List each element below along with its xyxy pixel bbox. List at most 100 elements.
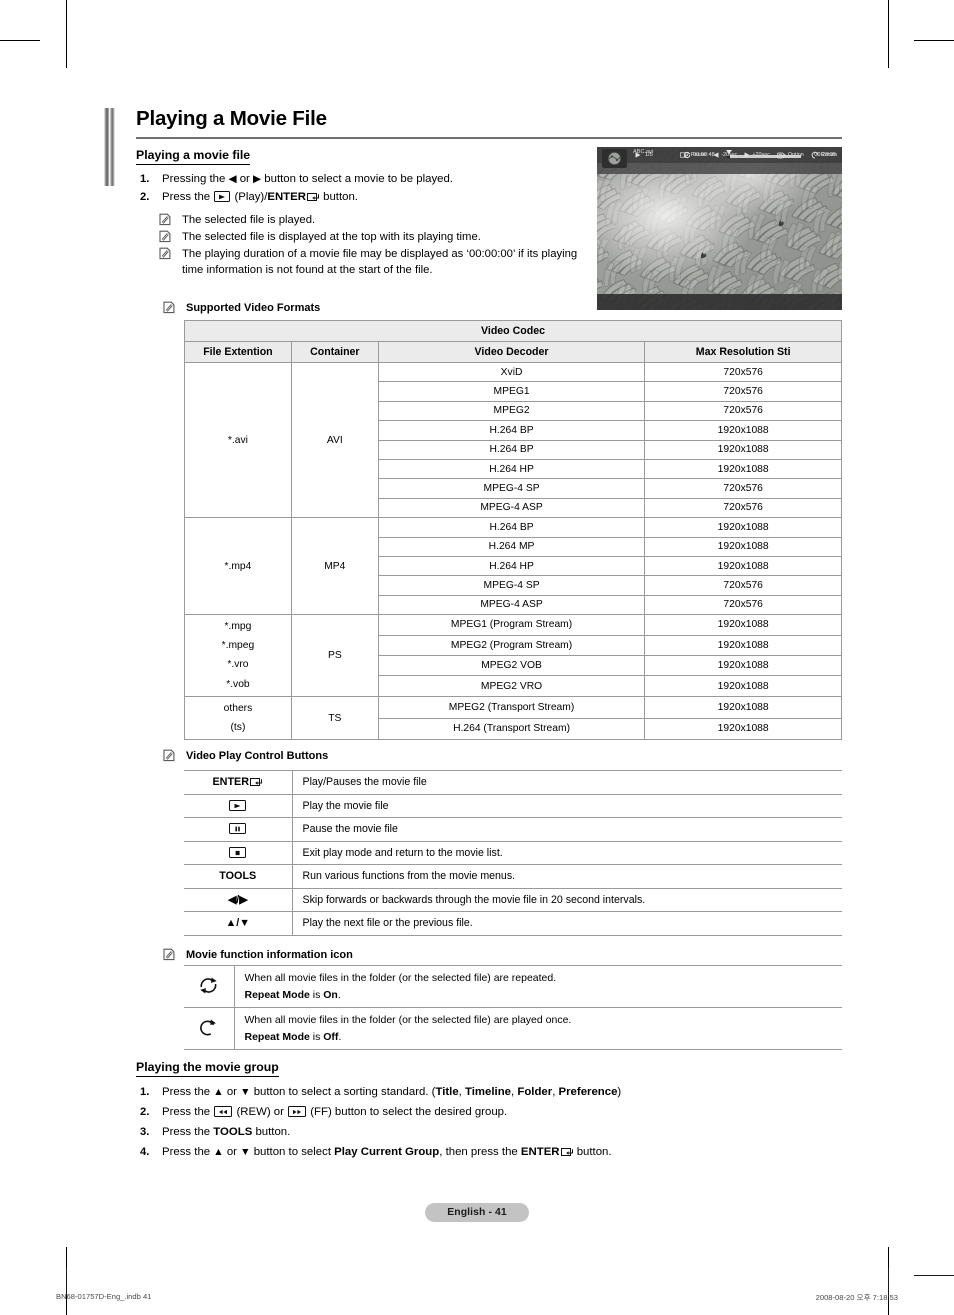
step-number: 2.	[140, 191, 150, 204]
crop-mark-top-right-h	[914, 40, 954, 41]
step-text: button to select	[250, 1146, 335, 1159]
step-text: (FF) button to select the desired group.	[307, 1106, 508, 1119]
cell-max-resolution: 1920x1088	[644, 654, 842, 677]
control-desc: Skip forwards or backwards through the m…	[292, 887, 842, 912]
up-arrow-icon: ▲	[213, 1086, 224, 1098]
control-desc: Pause the movie file	[292, 817, 842, 842]
table-row: ▲/▼ Play the next file or the previous f…	[184, 911, 842, 936]
control-desc: Play/Pauses the movie file	[292, 770, 842, 795]
page-title: Playing a Movie File	[136, 107, 327, 130]
note-icon	[162, 749, 176, 762]
cell-max-resolution: 1920x1088	[644, 536, 842, 557]
cell-max-resolution: 1920x1088	[644, 634, 842, 656]
movie-function-information-icon-label: Movie function information icon	[162, 947, 582, 963]
icon-desc-line2: Repeat Mode is Off.	[245, 1029, 838, 1046]
note-item: The playing duration of a movie file may…	[158, 246, 586, 278]
step-text: Pressing the	[162, 173, 229, 185]
step-number: 2.	[140, 1106, 150, 1119]
cell-video-decoder: XviD	[377, 361, 646, 383]
step-text: (Play)/	[231, 191, 268, 204]
stop-icon	[229, 846, 247, 858]
repeat-mode-label: Repeat Mode	[244, 1030, 310, 1043]
step-1: 1. Press the ▲ or ▼ button to select a s…	[136, 1084, 846, 1101]
tv-key-option[interactable]: Option	[777, 152, 804, 159]
table-row: File Extention Container Video Decoder M…	[184, 341, 842, 363]
left-arrow-icon	[713, 152, 719, 158]
step-text: or	[236, 173, 254, 185]
sort-option-preference: Preference	[558, 1086, 618, 1098]
cell-video-decoder: MPEG2	[377, 400, 646, 422]
cell-max-resolution: 1920x1088	[644, 555, 842, 577]
repeat-once-icon	[184, 1007, 235, 1050]
tv-key-pause[interactable]: Pause	[679, 152, 706, 158]
control-desc: Play the movie file	[292, 793, 842, 818]
cell-max-resolution: 1920x1088	[644, 695, 842, 719]
icon-desc-line1: When all movie files in the folder (or t…	[244, 972, 557, 984]
footer-timestamp: 2008-08-20 오후 7:18:53	[815, 1293, 898, 1302]
tv-key-rewind[interactable]: -20sec	[713, 152, 737, 158]
manual-page: Playing a Movie File Playing a movie fil…	[0, 0, 954, 1315]
control-key-pause	[184, 817, 293, 842]
cell-max-resolution: 1920x1088	[644, 458, 842, 480]
label-text: Supported Video Formats	[186, 302, 321, 314]
cell-video-decoder: MPEG-4 SP	[377, 478, 646, 499]
note-icon	[158, 230, 172, 243]
movie-file-notes: The selected file is played. The selecte…	[158, 212, 586, 278]
video-codec-table: Video Codec File Extention Container Vid…	[184, 320, 842, 741]
step-text: button.	[252, 1126, 291, 1139]
step-text: or	[223, 1146, 241, 1159]
step-text: Press the	[162, 1146, 214, 1159]
note-icon	[162, 948, 176, 961]
table-row: Exit play mode and return to the movie l…	[184, 840, 842, 865]
step-text: (REW) or	[233, 1106, 288, 1119]
note-item: The selected file is played.	[158, 212, 586, 228]
enter-label: ENTER	[520, 1146, 560, 1159]
cell-video-decoder: H.264 (Transport Stream)	[377, 717, 646, 741]
tv-key-hints: Pause -20sec +20sec Option Return	[679, 151, 837, 159]
play-icon	[214, 191, 231, 203]
cell-video-decoder: H.264 HP	[377, 458, 646, 480]
repeat-mode-label: Repeat Mode	[244, 988, 310, 1001]
key-label: ENTER	[212, 775, 250, 788]
table-row: When all movie files in the folder (or t…	[184, 965, 842, 1008]
left-accent-bar	[104, 108, 115, 186]
control-desc: Run various functions from the movie men…	[292, 864, 842, 889]
note-icon	[162, 301, 176, 314]
left-arrow-icon: ◀	[228, 173, 237, 185]
note-icon	[158, 213, 172, 226]
control-key-up-down: ▲/▼	[184, 911, 293, 936]
section-playing-a-movie-file: Playing a movie file 1. Pressing the ◀ o…	[136, 146, 586, 279]
movie-function-icon-table: When all movie files in the folder (or t…	[184, 965, 842, 1050]
step-2: 2. Press the (REW) or (FF) button to sel…	[136, 1104, 846, 1121]
cell-container: AVI	[290, 361, 379, 519]
tv-key-label: -20sec	[721, 152, 738, 158]
control-key-tools: TOOLS	[184, 864, 293, 889]
enter-icon	[306, 190, 320, 207]
step-number: 4.	[140, 1146, 150, 1159]
cell-file-extention: others (ts)	[184, 695, 292, 741]
step-text: button.	[319, 191, 358, 204]
cell-max-resolution: 720x576	[644, 575, 842, 596]
cell-video-decoder: H.264 BP	[377, 420, 646, 441]
movie-group-steps: 1. Press the ▲ or ▼ button to select a s…	[136, 1084, 846, 1162]
tv-key-return[interactable]: Return	[811, 151, 837, 159]
step-text: Press the	[162, 191, 214, 204]
video-play-control-table: ENTER Play/Pauses the movie file Play th…	[184, 770, 842, 936]
text: is	[309, 1030, 324, 1043]
table-row: Pause the movie file	[184, 817, 842, 842]
cell-video-decoder: MPEG2 VOB	[377, 654, 646, 677]
icon-desc-repeat-off: When all movie files in the folder (or t…	[234, 1007, 842, 1050]
tv-key-forward[interactable]: +20sec	[744, 152, 770, 158]
cell-video-decoder: MPEG-4 SP	[377, 575, 646, 596]
down-arrow-icon: ▼	[240, 1146, 251, 1159]
cell-max-resolution: 720x576	[644, 400, 842, 422]
section-heading-playing-the-movie-group: Playing the movie group	[136, 1060, 279, 1077]
crop-mark-top-right-v	[888, 0, 889, 68]
video-play-control-buttons-label: Video Play Control Buttons	[162, 748, 562, 764]
note-text: The playing duration of a movie file may…	[182, 247, 578, 276]
note-icon	[158, 247, 172, 260]
step-text: Press the	[162, 1106, 214, 1119]
label-text: Movie function information icon	[186, 949, 353, 961]
tv-key-label: Option	[787, 152, 804, 158]
page-title-block: Playing a Movie File	[136, 106, 842, 139]
